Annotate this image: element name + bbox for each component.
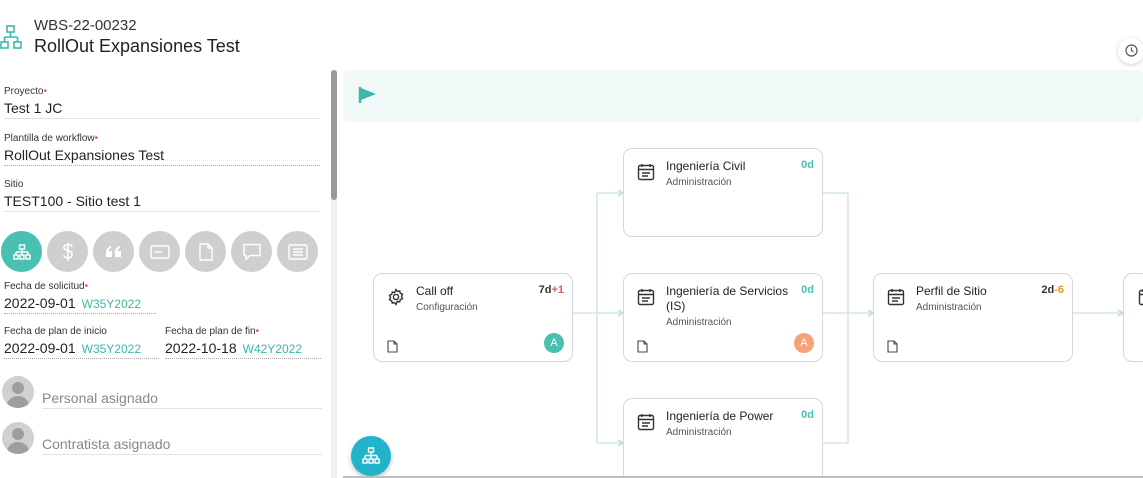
list-icon — [287, 243, 308, 260]
node-delta: +1 — [551, 284, 564, 296]
node-duration: 0d — [801, 409, 814, 421]
fecha-fin-week: W42Y2022 — [242, 342, 302, 356]
node-title: Ingeniería Civil — [666, 159, 746, 173]
node-duration: 7d — [538, 284, 552, 296]
workflow-node-perfil-sitio[interactable]: Perfil de Sitio Administración 2d-6 — [873, 273, 1073, 362]
node-subtitle: Administración — [666, 177, 732, 188]
avatar — [2, 422, 34, 454]
proyecto-value: Test 1 JC — [4, 100, 320, 119]
quote-icon — [105, 245, 121, 257]
scrollbar-thumb[interactable] — [331, 70, 337, 200]
fecha-fin-field[interactable]: Fecha de plan de fin• 2022-10-18 W42Y2022 — [165, 326, 321, 359]
fecha-solicitud-value: 2022-09-01 — [4, 295, 76, 311]
wbs-hierarchy-icon — [0, 24, 24, 50]
plantilla-label: Plantilla de workflow — [4, 133, 95, 144]
required-mark: • — [255, 326, 260, 337]
node-delta: -6 — [1054, 284, 1064, 296]
wbs-code: WBS-22-00232 — [34, 17, 137, 34]
fecha-inicio-field[interactable]: Fecha de plan de inicio 2022-09-01 W35Y20… — [4, 326, 159, 359]
tab-quotes[interactable] — [93, 231, 134, 272]
node-duration: 0d — [801, 284, 814, 296]
details-panel: Proyecto• Test 1 JC Plantilla de workflo… — [0, 70, 330, 478]
document-icon[interactable] — [887, 340, 898, 353]
node-title: Call off — [416, 284, 454, 298]
workflow-icon — [12, 243, 31, 260]
assignee-badge[interactable]: A — [794, 333, 814, 353]
user-icon — [6, 382, 30, 408]
panel-scrollbar[interactable] — [331, 70, 337, 478]
workflow-view-fab[interactable] — [351, 436, 391, 476]
fecha-solicitud-field[interactable]: Fecha de solicitud• 2022-09-01 W35Y2022 — [4, 281, 320, 314]
dollar-icon — [62, 242, 73, 261]
fecha-inicio-week: W35Y2022 — [81, 342, 141, 356]
card-icon — [149, 244, 170, 259]
node-title: Ingeniería de Servicios (IS) — [666, 284, 789, 313]
tab-card[interactable] — [139, 231, 180, 272]
proyecto-field[interactable]: Proyecto• Test 1 JC — [4, 86, 320, 119]
workflow-node-next[interactable] — [1123, 273, 1143, 362]
proyecto-label: Proyecto — [4, 86, 44, 97]
tab-workflow[interactable] — [1, 231, 42, 272]
clock-icon — [1125, 44, 1138, 57]
section-tabs — [1, 231, 318, 272]
gear-icon — [388, 288, 404, 306]
workflow-node-ingenieria-power[interactable]: Ingeniería de Power Administración 0d — [623, 398, 823, 478]
document-icon[interactable] — [387, 340, 398, 353]
required-mark: • — [94, 133, 99, 144]
personal-asignado-field[interactable]: Personal asignado — [0, 376, 322, 412]
required-mark: • — [84, 281, 89, 292]
workflow-icon — [362, 447, 380, 464]
sitio-value: TEST100 - Sitio test 1 — [4, 193, 320, 212]
calendar-icon — [637, 164, 655, 181]
plantilla-field[interactable]: Plantilla de workflow• RollOut Expansion… — [4, 133, 320, 166]
node-subtitle: Configuración — [416, 302, 478, 313]
node-title: Perfil de Sitio — [916, 284, 987, 298]
tab-costs[interactable] — [47, 231, 88, 272]
calendar-icon — [1138, 289, 1143, 306]
sitio-field[interactable]: Sitio TEST100 - Sitio test 1 — [4, 179, 320, 212]
node-subtitle: Administración — [666, 427, 732, 438]
node-subtitle: Administración — [666, 317, 732, 328]
workflow-node-ingenieria-civil[interactable]: Ingeniería Civil Administración 0d — [623, 148, 823, 237]
assignee-badge[interactable]: A — [544, 333, 564, 353]
document-icon — [198, 242, 213, 261]
page-title: RollOut Expansiones Test — [34, 36, 240, 56]
workflow-node-ingenieria-servicios[interactable]: Ingeniería de Servicios (IS) Administrac… — [623, 273, 823, 362]
tab-list[interactable] — [277, 231, 318, 272]
document-icon[interactable] — [637, 340, 648, 353]
workflow-node-call-off[interactable]: Call off Configuración 7d+1 A — [373, 273, 573, 362]
node-duration: 0d — [801, 159, 814, 171]
tab-comments[interactable] — [231, 231, 272, 272]
avatar — [2, 376, 34, 408]
comment-icon — [242, 243, 261, 260]
calendar-icon — [637, 414, 655, 431]
user-icon — [6, 428, 30, 454]
fecha-fin-value: 2022-10-18 — [165, 340, 237, 356]
contratista-asignado-label: Contratista asignado — [42, 436, 322, 455]
fecha-solicitud-label: Fecha de solicitud — [4, 281, 85, 292]
plantilla-value: RollOut Expansiones Test — [4, 147, 320, 166]
calendar-icon — [887, 289, 905, 306]
tab-documents[interactable] — [185, 231, 226, 272]
fecha-inicio-label: Fecha de plan de inicio — [4, 326, 107, 337]
calendar-icon — [637, 289, 655, 306]
history-button[interactable] — [1118, 38, 1143, 64]
sitio-label: Sitio — [4, 179, 24, 190]
fecha-fin-label: Fecha de plan de fin — [165, 326, 256, 337]
node-duration: 2d — [1041, 284, 1055, 296]
node-title: Ingeniería de Power — [666, 409, 774, 423]
fecha-solicitud-week: W35Y2022 — [81, 297, 141, 311]
node-subtitle: Administración — [916, 302, 982, 313]
fecha-inicio-value: 2022-09-01 — [4, 340, 76, 356]
required-mark: • — [43, 86, 47, 97]
personal-asignado-label: Personal asignado — [42, 390, 322, 409]
contratista-asignado-field[interactable]: Contratista asignado — [0, 422, 322, 458]
workflow-canvas[interactable]: Call off Configuración 7d+1 A Ingeniería… — [343, 70, 1143, 478]
